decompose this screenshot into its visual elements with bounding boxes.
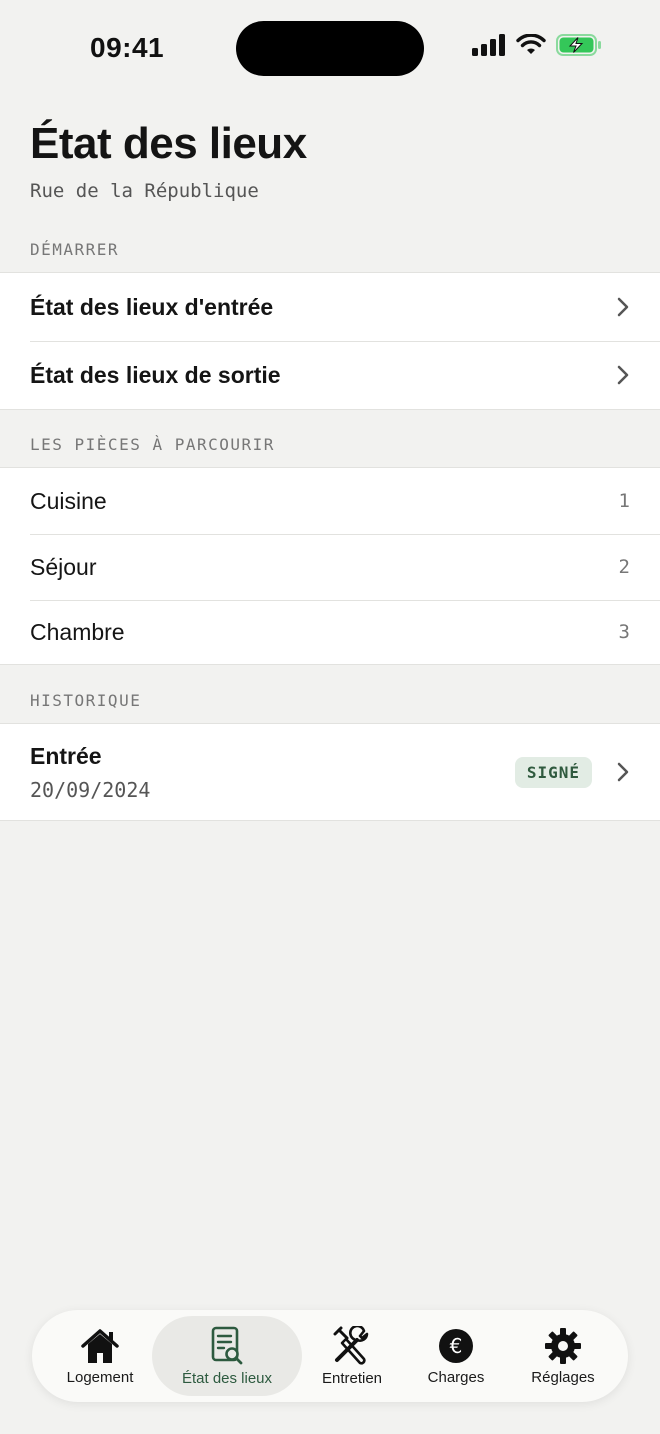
room-row-sejour[interactable]: Séjour 2 [0, 534, 660, 600]
gear-icon [545, 1327, 581, 1364]
tab-charges[interactable]: € Charges [408, 1316, 504, 1396]
room-label: Séjour [30, 553, 97, 580]
tab-label: État des lieux [181, 1369, 273, 1387]
room-count: 1 [618, 490, 630, 512]
room-count: 3 [618, 621, 630, 643]
rooms-group: Cuisine 1 Séjour 2 Chambre 3 [0, 467, 660, 665]
battery-charging-icon [556, 34, 601, 56]
start-entry-label: État des lieux d'entrée [30, 293, 274, 320]
tab-label: Charges [427, 1368, 485, 1386]
tab-bar: Logement État des lieux Entretien € Char… [32, 1310, 628, 1402]
tab-label: Réglages [531, 1368, 595, 1386]
dynamic-island [236, 21, 424, 76]
page-title: État des lieux [30, 119, 307, 168]
svg-text:€: € [450, 1334, 463, 1358]
page-subtitle: Rue de la République [30, 180, 259, 202]
start-group: État des lieux d'entrée État des lieux d… [0, 272, 660, 410]
status-badge: SIGNÉ [514, 756, 592, 788]
document-search-icon [211, 1326, 243, 1364]
room-count: 2 [618, 556, 630, 578]
history-title: Entrée [30, 742, 102, 769]
room-label: Chambre [30, 618, 125, 645]
section-header-start: DÉMARRER [30, 240, 120, 259]
start-exit-label: État des lieux de sortie [30, 361, 281, 388]
house-icon [81, 1328, 119, 1363]
chevron-right-icon [617, 365, 629, 385]
room-row-cuisine[interactable]: Cuisine 1 [0, 468, 660, 534]
section-header-rooms: LES PIÈCES À PARCOURIR [30, 435, 275, 454]
wifi-icon [516, 34, 546, 54]
tools-icon [333, 1325, 369, 1365]
section-header-history: HISTORIQUE [30, 691, 142, 710]
history-group: Entrée 20/09/2024 SIGNÉ [0, 723, 660, 821]
tab-reglages[interactable]: Réglages [514, 1316, 612, 1396]
history-text: Entrée 20/09/2024 [30, 743, 515, 802]
tab-label: Logement [66, 1368, 134, 1386]
tab-etat-des-lieux[interactable]: État des lieux [152, 1316, 302, 1396]
start-exit-row[interactable]: État des lieux de sortie [0, 341, 660, 409]
status-icons [472, 34, 602, 56]
page-header: État des lieux Rue de la République [30, 118, 307, 202]
room-label: Cuisine [30, 487, 107, 514]
tab-logement[interactable]: Logement [50, 1316, 150, 1396]
start-entry-row[interactable]: État des lieux d'entrée [0, 273, 660, 341]
status-time: 09:41 [90, 32, 165, 63]
cellular-signal-icon [472, 34, 505, 56]
history-date: 20/09/2024 [30, 777, 151, 802]
tab-entretien[interactable]: Entretien [304, 1316, 400, 1396]
chevron-right-icon [617, 762, 629, 782]
history-row[interactable]: Entrée 20/09/2024 SIGNÉ [0, 724, 660, 820]
chevron-right-icon [617, 297, 629, 317]
status-bar: 09:41 [0, 0, 660, 96]
tab-label: Entretien [321, 1369, 383, 1387]
room-row-chambre[interactable]: Chambre 3 [0, 600, 660, 664]
euro-icon: € [439, 1328, 473, 1363]
